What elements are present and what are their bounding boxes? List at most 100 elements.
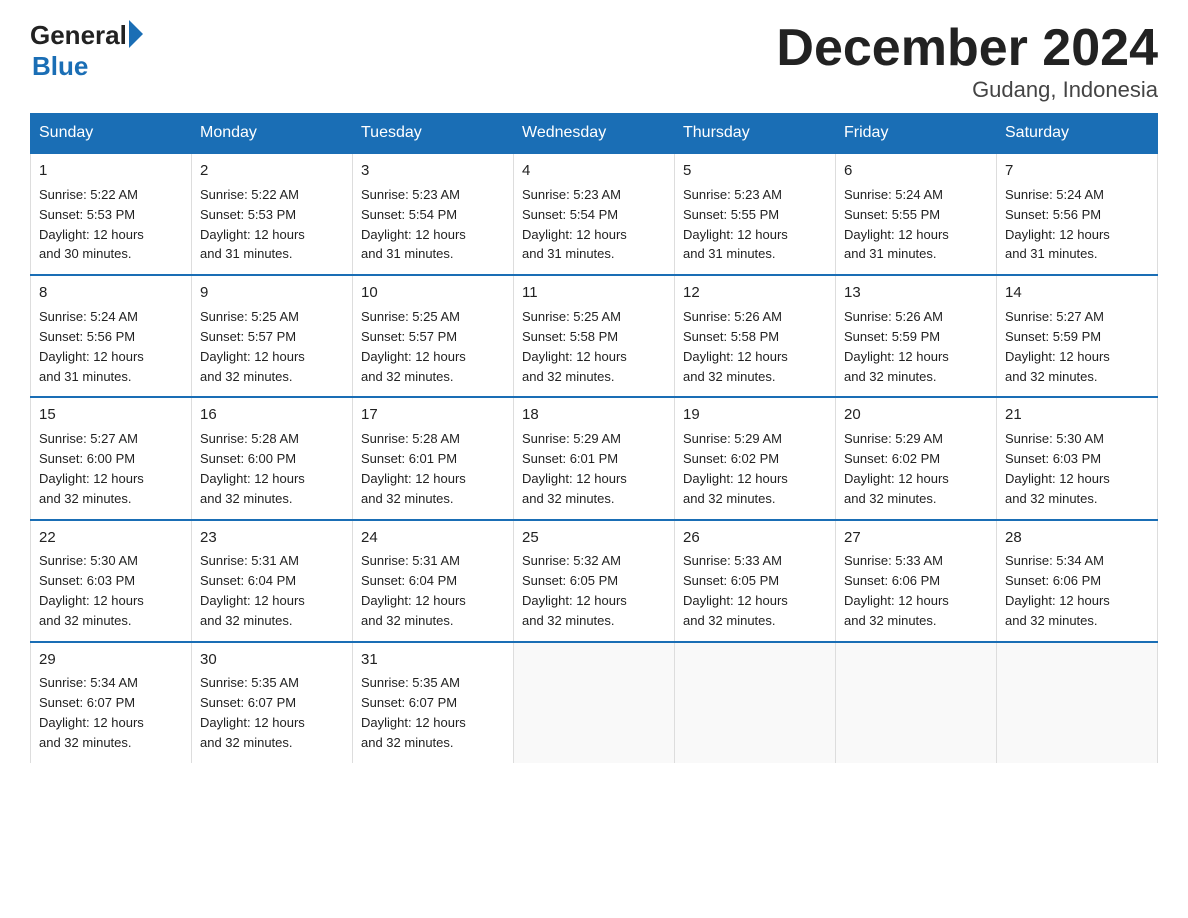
day-cell: 5 Sunrise: 5:23 AMSunset: 5:55 PMDayligh… — [675, 153, 836, 275]
day-number: 19 — [683, 404, 827, 426]
day-number: 17 — [361, 404, 505, 426]
day-number: 4 — [522, 160, 666, 182]
title-section: December 2024 Gudang, Indonesia — [776, 20, 1158, 103]
day-number: 26 — [683, 527, 827, 549]
day-info: Sunrise: 5:23 AMSunset: 5:54 PMDaylight:… — [522, 187, 627, 262]
location-text: Gudang, Indonesia — [776, 77, 1158, 103]
day-cell — [514, 642, 675, 763]
day-number: 15 — [39, 404, 183, 426]
day-cell: 14 Sunrise: 5:27 AMSunset: 5:59 PMDaylig… — [997, 275, 1158, 397]
day-number: 1 — [39, 160, 183, 182]
day-cell: 13 Sunrise: 5:26 AMSunset: 5:59 PMDaylig… — [836, 275, 997, 397]
day-number: 6 — [844, 160, 988, 182]
day-number: 16 — [200, 404, 344, 426]
week-row-1: 8 Sunrise: 5:24 AMSunset: 5:56 PMDayligh… — [31, 275, 1158, 397]
day-info: Sunrise: 5:25 AMSunset: 5:58 PMDaylight:… — [522, 309, 627, 384]
day-number: 24 — [361, 527, 505, 549]
day-cell: 23 Sunrise: 5:31 AMSunset: 6:04 PMDaylig… — [192, 520, 353, 642]
day-info: Sunrise: 5:23 AMSunset: 5:55 PMDaylight:… — [683, 187, 788, 262]
day-number: 14 — [1005, 282, 1149, 304]
day-cell — [997, 642, 1158, 763]
month-title: December 2024 — [776, 20, 1158, 77]
day-number: 2 — [200, 160, 344, 182]
logo: General Blue — [30, 20, 143, 82]
day-info: Sunrise: 5:34 AMSunset: 6:06 PMDaylight:… — [1005, 553, 1110, 628]
day-number: 11 — [522, 282, 666, 304]
day-info: Sunrise: 5:33 AMSunset: 6:05 PMDaylight:… — [683, 553, 788, 628]
day-number: 31 — [361, 649, 505, 671]
day-number: 27 — [844, 527, 988, 549]
logo-arrow-icon — [129, 20, 143, 48]
day-number: 28 — [1005, 527, 1149, 549]
week-row-3: 22 Sunrise: 5:30 AMSunset: 6:03 PMDaylig… — [31, 520, 1158, 642]
day-cell: 19 Sunrise: 5:29 AMSunset: 6:02 PMDaylig… — [675, 397, 836, 519]
day-cell: 2 Sunrise: 5:22 AMSunset: 5:53 PMDayligh… — [192, 153, 353, 275]
day-cell: 10 Sunrise: 5:25 AMSunset: 5:57 PMDaylig… — [353, 275, 514, 397]
header-tuesday: Tuesday — [353, 114, 514, 154]
day-cell: 1 Sunrise: 5:22 AMSunset: 5:53 PMDayligh… — [31, 153, 192, 275]
day-info: Sunrise: 5:25 AMSunset: 5:57 PMDaylight:… — [361, 309, 466, 384]
logo-blue-text: Blue — [32, 51, 88, 82]
day-cell: 4 Sunrise: 5:23 AMSunset: 5:54 PMDayligh… — [514, 153, 675, 275]
day-info: Sunrise: 5:35 AMSunset: 6:07 PMDaylight:… — [200, 675, 305, 750]
week-row-0: 1 Sunrise: 5:22 AMSunset: 5:53 PMDayligh… — [31, 153, 1158, 275]
day-info: Sunrise: 5:24 AMSunset: 5:55 PMDaylight:… — [844, 187, 949, 262]
day-info: Sunrise: 5:28 AMSunset: 6:01 PMDaylight:… — [361, 431, 466, 506]
day-cell: 22 Sunrise: 5:30 AMSunset: 6:03 PMDaylig… — [31, 520, 192, 642]
logo-general-text: General — [30, 20, 127, 51]
day-number: 12 — [683, 282, 827, 304]
day-number: 25 — [522, 527, 666, 549]
day-info: Sunrise: 5:31 AMSunset: 6:04 PMDaylight:… — [361, 553, 466, 628]
day-cell — [836, 642, 997, 763]
day-number: 30 — [200, 649, 344, 671]
week-row-2: 15 Sunrise: 5:27 AMSunset: 6:00 PMDaylig… — [31, 397, 1158, 519]
day-cell: 31 Sunrise: 5:35 AMSunset: 6:07 PMDaylig… — [353, 642, 514, 763]
day-info: Sunrise: 5:29 AMSunset: 6:02 PMDaylight:… — [844, 431, 949, 506]
header-saturday: Saturday — [997, 114, 1158, 154]
day-number: 13 — [844, 282, 988, 304]
day-cell: 29 Sunrise: 5:34 AMSunset: 6:07 PMDaylig… — [31, 642, 192, 763]
page-header: General Blue December 2024 Gudang, Indon… — [30, 20, 1158, 103]
header-monday: Monday — [192, 114, 353, 154]
header-thursday: Thursday — [675, 114, 836, 154]
header-wednesday: Wednesday — [514, 114, 675, 154]
day-cell: 30 Sunrise: 5:35 AMSunset: 6:07 PMDaylig… — [192, 642, 353, 763]
day-number: 22 — [39, 527, 183, 549]
calendar-header-row: SundayMondayTuesdayWednesdayThursdayFrid… — [31, 114, 1158, 154]
day-number: 21 — [1005, 404, 1149, 426]
day-cell: 16 Sunrise: 5:28 AMSunset: 6:00 PMDaylig… — [192, 397, 353, 519]
day-info: Sunrise: 5:24 AMSunset: 5:56 PMDaylight:… — [1005, 187, 1110, 262]
day-cell: 8 Sunrise: 5:24 AMSunset: 5:56 PMDayligh… — [31, 275, 192, 397]
day-info: Sunrise: 5:27 AMSunset: 5:59 PMDaylight:… — [1005, 309, 1110, 384]
calendar-table: SundayMondayTuesdayWednesdayThursdayFrid… — [30, 113, 1158, 763]
day-cell: 18 Sunrise: 5:29 AMSunset: 6:01 PMDaylig… — [514, 397, 675, 519]
day-info: Sunrise: 5:30 AMSunset: 6:03 PMDaylight:… — [1005, 431, 1110, 506]
day-number: 23 — [200, 527, 344, 549]
day-info: Sunrise: 5:27 AMSunset: 6:00 PMDaylight:… — [39, 431, 144, 506]
day-info: Sunrise: 5:35 AMSunset: 6:07 PMDaylight:… — [361, 675, 466, 750]
day-cell: 6 Sunrise: 5:24 AMSunset: 5:55 PMDayligh… — [836, 153, 997, 275]
day-cell: 20 Sunrise: 5:29 AMSunset: 6:02 PMDaylig… — [836, 397, 997, 519]
day-cell — [675, 642, 836, 763]
day-number: 10 — [361, 282, 505, 304]
day-number: 18 — [522, 404, 666, 426]
day-cell: 17 Sunrise: 5:28 AMSunset: 6:01 PMDaylig… — [353, 397, 514, 519]
day-info: Sunrise: 5:29 AMSunset: 6:02 PMDaylight:… — [683, 431, 788, 506]
day-cell: 25 Sunrise: 5:32 AMSunset: 6:05 PMDaylig… — [514, 520, 675, 642]
day-number: 20 — [844, 404, 988, 426]
day-cell: 15 Sunrise: 5:27 AMSunset: 6:00 PMDaylig… — [31, 397, 192, 519]
day-cell: 11 Sunrise: 5:25 AMSunset: 5:58 PMDaylig… — [514, 275, 675, 397]
day-info: Sunrise: 5:22 AMSunset: 5:53 PMDaylight:… — [39, 187, 144, 262]
day-info: Sunrise: 5:26 AMSunset: 5:59 PMDaylight:… — [844, 309, 949, 384]
day-info: Sunrise: 5:33 AMSunset: 6:06 PMDaylight:… — [844, 553, 949, 628]
day-info: Sunrise: 5:23 AMSunset: 5:54 PMDaylight:… — [361, 187, 466, 262]
day-info: Sunrise: 5:24 AMSunset: 5:56 PMDaylight:… — [39, 309, 144, 384]
day-info: Sunrise: 5:30 AMSunset: 6:03 PMDaylight:… — [39, 553, 144, 628]
day-info: Sunrise: 5:31 AMSunset: 6:04 PMDaylight:… — [200, 553, 305, 628]
day-number: 3 — [361, 160, 505, 182]
day-cell: 27 Sunrise: 5:33 AMSunset: 6:06 PMDaylig… — [836, 520, 997, 642]
day-info: Sunrise: 5:28 AMSunset: 6:00 PMDaylight:… — [200, 431, 305, 506]
day-info: Sunrise: 5:26 AMSunset: 5:58 PMDaylight:… — [683, 309, 788, 384]
week-row-4: 29 Sunrise: 5:34 AMSunset: 6:07 PMDaylig… — [31, 642, 1158, 763]
day-number: 8 — [39, 282, 183, 304]
